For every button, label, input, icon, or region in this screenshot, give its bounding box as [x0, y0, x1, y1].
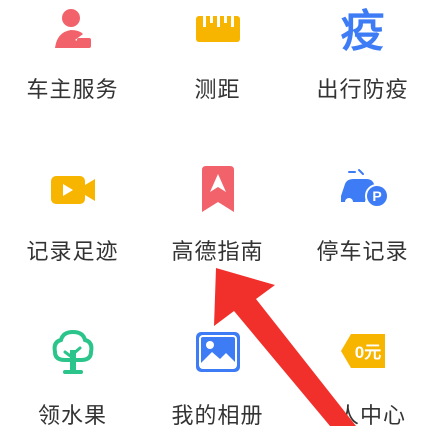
grid-item-label: 高德指南 [171, 240, 264, 265]
parking-car-icon: P [335, 162, 391, 218]
wallet-zero-yuan-icon: 0元 [335, 324, 391, 380]
grid-item-parking-record[interactable]: P 停车记录 [290, 122, 435, 272]
epidemic-prevention-icon: 疫 [335, 4, 391, 60]
grid-item-car-owner-service[interactable]: 车主服务 [0, 0, 145, 110]
grid-item-my-album[interactable]: 我的相册 [145, 282, 290, 432]
photo-album-icon [190, 324, 246, 380]
epidemic-glyph: 疫 [340, 6, 385, 57]
grid-item-epidemic-prevention[interactable]: 疫 出行防疫 [290, 0, 435, 110]
grid-item-label: 出行防疫 [316, 78, 409, 103]
grid-item-ruler[interactable]: 测距 [145, 0, 290, 110]
grid-item-label: 领水果 [37, 404, 107, 429]
wallet-icon-text: 0元 [354, 343, 380, 362]
grid-item-label: 我的相册 [171, 404, 264, 429]
tools-grid: 车主服务 测距 疫 出行防疫 记录足迹 高德指南 P 停车记录 领水果 我的相册… [0, 0, 435, 429]
grid-item-label: 停车记录 [316, 240, 409, 265]
ruler-icon [190, 4, 246, 60]
grid-item-personal-center[interactable]: 0元 人中心 [290, 282, 435, 432]
grid-item-get-fruit[interactable]: 领水果 [0, 282, 145, 432]
grid-item-amap-guide[interactable]: 高德指南 [145, 122, 290, 272]
grid-item-label: 车主服务 [26, 78, 119, 103]
tree-icon [45, 324, 101, 380]
grid-item-label: 测距 [194, 78, 241, 103]
bookmark-guide-icon [190, 162, 246, 218]
car-owner-service-icon [45, 4, 101, 60]
grid-item-footprint-record[interactable]: 记录足迹 [0, 122, 145, 272]
grid-item-label: 人中心 [336, 404, 406, 429]
video-camera-icon [45, 162, 101, 218]
grid-item-label: 记录足迹 [26, 240, 119, 265]
svg-text:P: P [372, 188, 381, 204]
